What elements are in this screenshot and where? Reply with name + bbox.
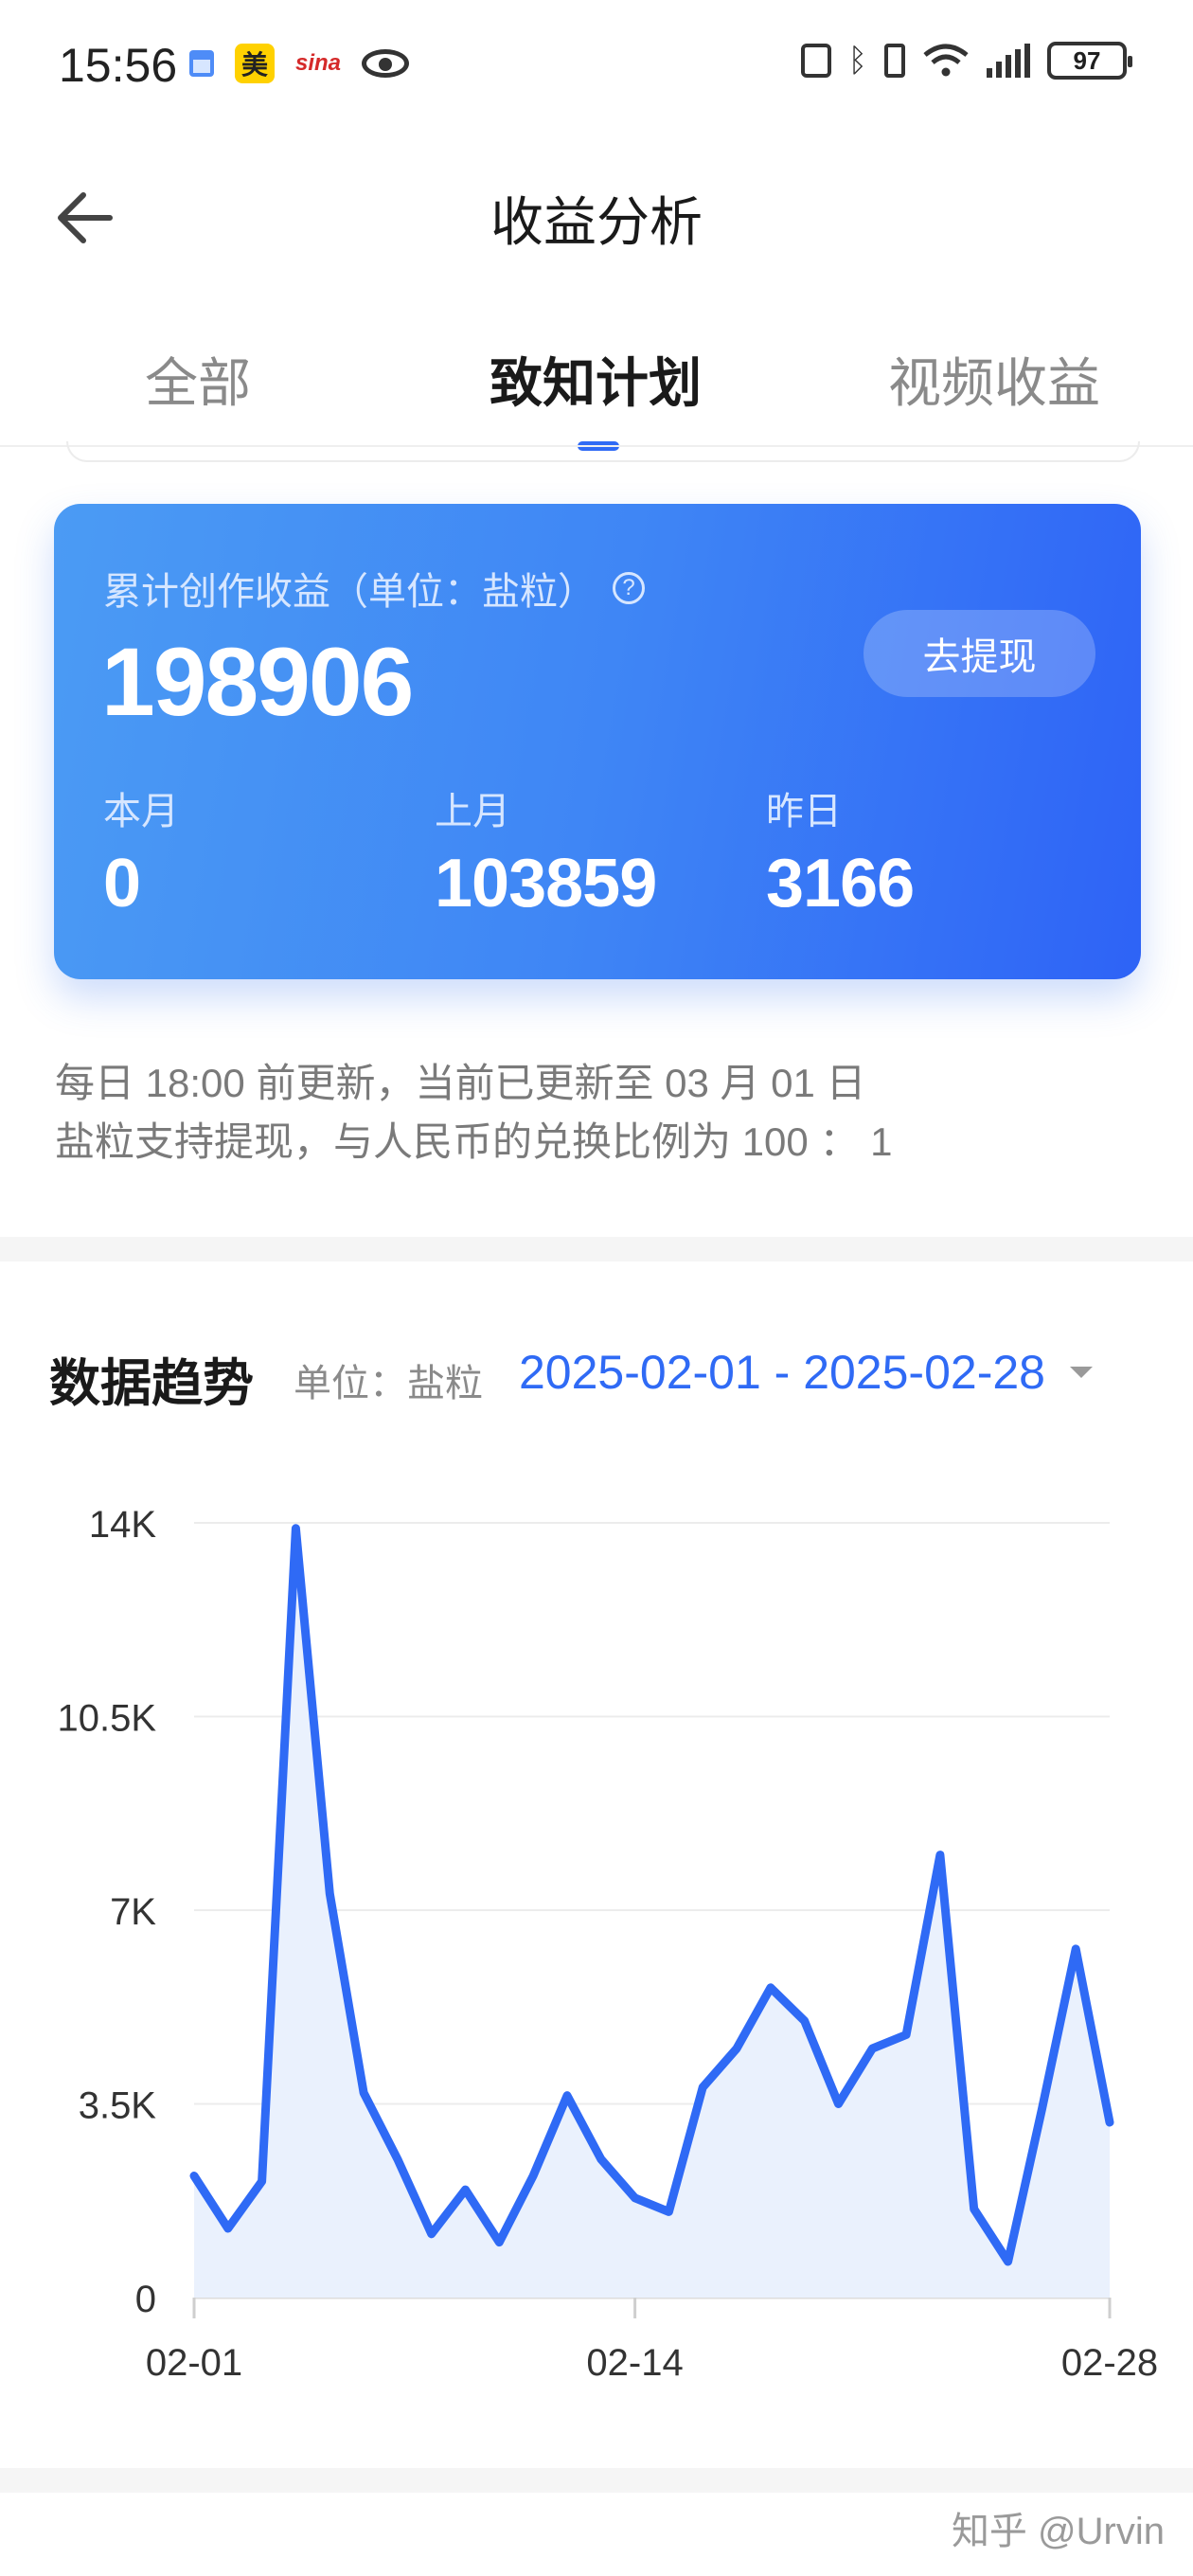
eye-icon bbox=[362, 49, 410, 78]
total-earnings-value: 198906 bbox=[101, 628, 414, 736]
tab-video-earnings[interactable]: 视频收益 bbox=[888, 341, 1100, 418]
caret-down-icon bbox=[1069, 1367, 1093, 1378]
withdraw-button[interactable]: 去提现 bbox=[864, 610, 1095, 697]
y-tick-label: 10.5K bbox=[57, 1698, 156, 1740]
y-tick-label: 0 bbox=[135, 2279, 156, 2320]
wifi-icon bbox=[923, 44, 969, 77]
page-title: 收益分析 bbox=[490, 192, 703, 252]
date-range-selector[interactable]: 2025-02-01 - 2025-02-28 bbox=[519, 1345, 1093, 1400]
nfc-icon bbox=[800, 44, 831, 78]
tab-all[interactable]: 全部 bbox=[145, 341, 251, 418]
system-icons: ᛒ 97 bbox=[800, 42, 1132, 80]
stat-value: 0 bbox=[103, 846, 141, 921]
stat-value: 3166 bbox=[766, 846, 915, 921]
vibrate-icon bbox=[884, 44, 905, 78]
question-circle-icon[interactable]: ? bbox=[613, 572, 645, 604]
bluetooth-icon: ᛒ bbox=[847, 42, 867, 79]
watermark: 知乎 @Urvin bbox=[951, 2511, 1165, 2552]
status-bar: 15:56 美 sina ᛒ 97 bbox=[0, 0, 1193, 142]
stat-last-month: 上月 103859 bbox=[435, 780, 657, 922]
stat-this-month: 本月 0 bbox=[103, 780, 179, 922]
page: 15:56 美 sina ᛒ 97 收益分析 全部 致知计划 视频收益 累计创作… bbox=[0, 0, 1193, 2576]
y-tick-label: 3.5K bbox=[79, 2085, 157, 2127]
y-tick-label: 7K bbox=[110, 1891, 156, 1933]
stat-yesterday: 昨日 3166 bbox=[766, 780, 915, 922]
stat-value: 103859 bbox=[435, 846, 657, 921]
trend-chart: 0 3.5K 7K 10.5K 14K 02-01 02-14 02-28 bbox=[57, 1504, 1158, 2384]
stat-label: 本月 bbox=[103, 791, 179, 832]
exchange-note: 盐粒支持提现，与人民币的兑换比例为 100 ： 1 bbox=[55, 1119, 893, 1164]
stat-label: 昨日 bbox=[766, 791, 842, 832]
notification-icons: 美 sina bbox=[189, 44, 410, 83]
date-range-text: 2025-02-01 - 2025-02-28 bbox=[519, 1346, 1045, 1399]
section-divider bbox=[0, 1237, 1193, 1261]
total-earnings-label-text: 累计创作收益（单位：盐粒） bbox=[103, 571, 596, 613]
x-tick-label: 02-14 bbox=[586, 2342, 683, 2384]
stat-label: 上月 bbox=[435, 791, 510, 832]
sina-icon: sina bbox=[295, 50, 342, 76]
update-note: 每日 18:00 前更新，当前已更新至 03 月 01 日 bbox=[55, 1061, 866, 1105]
status-time: 15:56 bbox=[59, 39, 178, 92]
y-tick-label: 14K bbox=[89, 1504, 156, 1546]
calendar-icon bbox=[189, 50, 214, 77]
tab-bar: 全部 致知计划 视频收益 bbox=[0, 322, 1193, 451]
previous-card-edge bbox=[66, 441, 1140, 462]
earnings-card: 累计创作收益（单位：盐粒） ? 198906 去提现 本月 0 上月 10385… bbox=[54, 504, 1141, 979]
x-tick-label: 02-01 bbox=[146, 2342, 242, 2384]
signal-icon bbox=[987, 44, 1030, 78]
battery-indicator: 97 bbox=[1047, 42, 1132, 80]
x-tick-label: 02-28 bbox=[1061, 2342, 1158, 2384]
section-divider-bottom bbox=[0, 2468, 1193, 2493]
meituan-icon: 美 bbox=[235, 44, 275, 83]
header: 收益分析 bbox=[0, 152, 1193, 284]
trend-unit: 单位：盐粒 bbox=[294, 1363, 483, 1404]
trend-title: 数据趋势 bbox=[49, 1355, 254, 1412]
tab-zhizhi-plan[interactable]: 致知计划 bbox=[490, 341, 702, 418]
total-earnings-label: 累计创作收益（单位：盐粒） ? bbox=[103, 561, 645, 616]
